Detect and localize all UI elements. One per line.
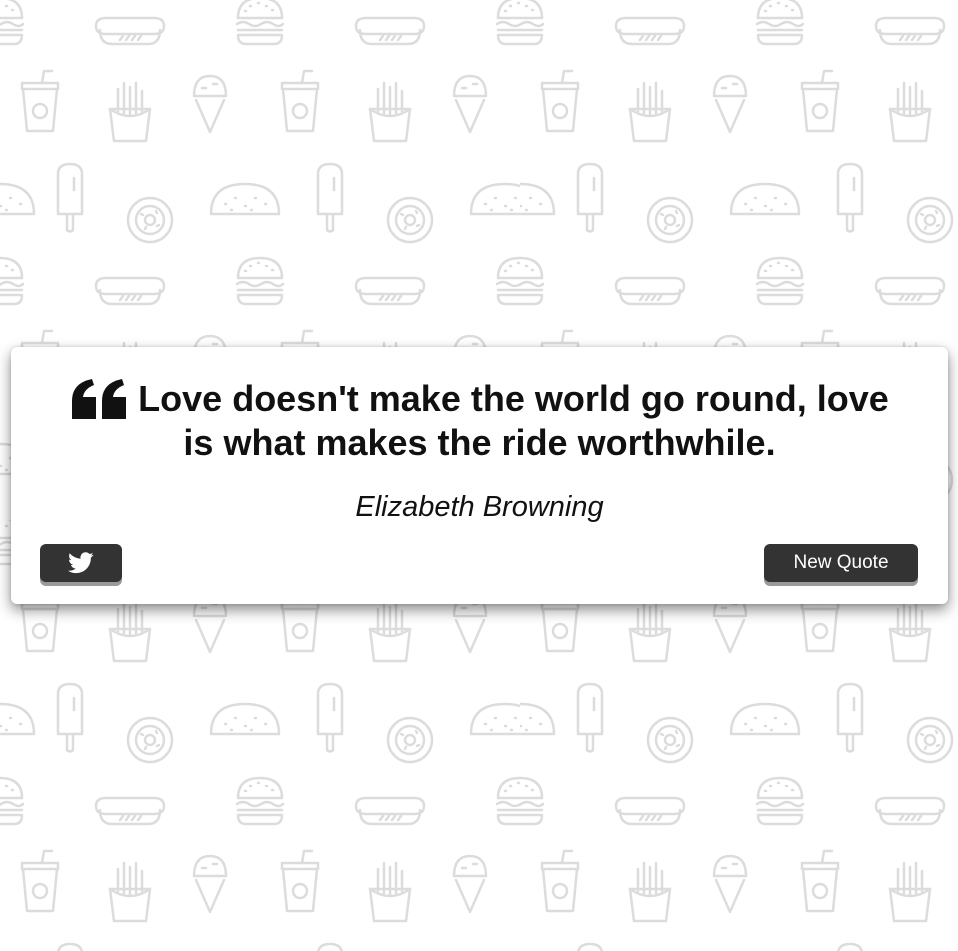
new-quote-button[interactable]: New Quote	[764, 544, 918, 582]
twitter-icon	[68, 552, 94, 574]
quote-text: Love doesn't make the world go round, lo…	[138, 378, 889, 463]
page: Love doesn't make the world go round, lo…	[0, 0, 958, 951]
quote-author: Elizabeth Browning	[355, 491, 604, 523]
quote-text-container: Love doesn't make the world go round, lo…	[51, 377, 908, 465]
quote-box: Love doesn't make the world go round, lo…	[11, 347, 948, 604]
quote-left-icon	[70, 377, 128, 421]
tweet-button[interactable]	[40, 544, 122, 582]
